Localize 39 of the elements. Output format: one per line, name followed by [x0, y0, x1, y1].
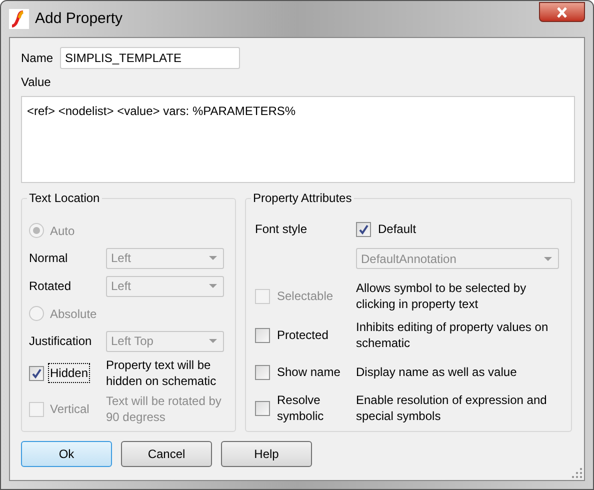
checkbox-label: Vertical: [49, 401, 90, 418]
checkbox-label: Default: [378, 221, 416, 238]
checkbox[interactable]: [29, 366, 44, 380]
group-title: Property Attributes: [251, 190, 354, 206]
description-text: Display name as well as value: [356, 364, 518, 380]
close-icon: [556, 6, 568, 18]
checkbox-label: Resolve symbolic: [277, 392, 325, 424]
caret-icon: [544, 256, 552, 260]
checkbox-label: Protected: [277, 327, 330, 343]
description-text: Allows symbol to be selected by clicking in property text: [356, 280, 528, 312]
field-label: Rotated: [29, 278, 72, 295]
app-logo-icon: [9, 9, 29, 29]
checkbox-label: Hidden: [48, 363, 90, 383]
dialog-button[interactable]: Ok: [21, 441, 112, 467]
checkbox-label: Selectable: [277, 288, 334, 304]
name-field[interactable]: SIMPLIS_TEMPLATE: [60, 47, 240, 69]
checkbox[interactable]: [255, 400, 270, 416]
description-text: Text will be rotated by 90 degress: [106, 393, 222, 425]
field-label: Normal: [29, 250, 69, 267]
checkbox-label: Show name: [277, 364, 342, 380]
caret-icon: [209, 284, 217, 288]
window-title: Add Property: [35, 8, 123, 29]
value-label: Value: [21, 74, 52, 90]
dialog-button[interactable]: Help: [221, 441, 312, 467]
checkbox[interactable]: [255, 328, 270, 342]
caret-icon: [209, 256, 217, 260]
description-text: Enable resolution of expression and special symbols: [356, 392, 548, 424]
close-button[interactable]: [539, 2, 585, 22]
description-text: Property text will be hidden on schematic: [106, 357, 218, 389]
value-field[interactable]: <ref> <nodelist> <value> vars: %PARAMETERS%: [21, 96, 575, 183]
resize-grip-icon[interactable]: [572, 468, 582, 478]
checkbox[interactable]: [356, 222, 371, 236]
name-label: Name: [21, 50, 54, 67]
field-label: Justification: [29, 333, 93, 350]
field-label: Font style: [255, 221, 308, 238]
checkbox[interactable]: [255, 364, 270, 380]
dialog-button[interactable]: Cancel: [121, 441, 212, 467]
caret-icon: [209, 339, 217, 343]
description-text: Inhibits editing of property values on schematic: [356, 319, 550, 351]
